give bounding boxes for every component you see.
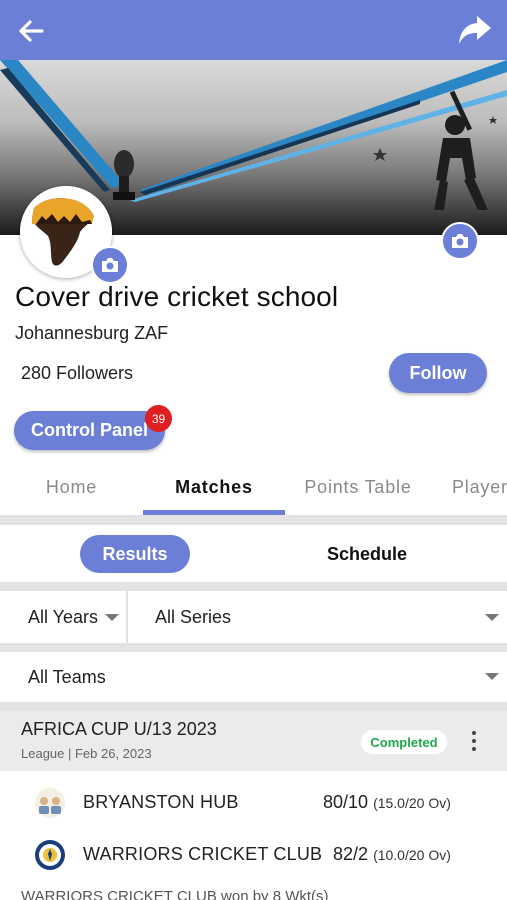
avatar-camera-button[interactable] (91, 246, 129, 284)
team-score: 80/10 (15.0/20 Ov) (323, 792, 451, 813)
teams-dropdown[interactable]: All Teams (0, 652, 507, 702)
notification-badge: 39 (145, 405, 172, 432)
match-title: AFRICA CUP U/13 2023 (21, 719, 217, 739)
chevron-down-icon (485, 614, 499, 621)
page-title: Cover drive cricket school (15, 281, 339, 312)
camera-icon (102, 258, 118, 272)
team-logo-icon (35, 788, 65, 818)
tab-home[interactable]: Home (0, 459, 143, 515)
status-badge: Completed (361, 730, 447, 754)
filter-row: All Years All Series (0, 591, 507, 643)
score-overs: (10.0/20 Ov) (373, 847, 451, 863)
chevron-down-icon (485, 673, 499, 680)
follow-button[interactable]: Follow (389, 353, 487, 393)
share-arrow-icon[interactable] (457, 12, 493, 48)
score-runs: 82/2 (333, 844, 369, 864)
control-panel-button[interactable]: Control Panel (14, 411, 165, 450)
results-toggle[interactable]: Results (80, 535, 190, 573)
score-runs: 80/10 (323, 792, 369, 812)
arrow-left-icon[interactable] (14, 14, 48, 48)
series-dropdown[interactable]: All Series (128, 591, 507, 643)
followers-count[interactable]: 280 Followers (21, 363, 133, 384)
tab-matches[interactable]: Matches (143, 459, 285, 515)
tab-bar: Home Matches Points Table Player (0, 459, 507, 515)
team-name: WARRIORS CRICKET CLUB (83, 844, 323, 864)
team-row[interactable]: WARRIORS CRICKET CLUB 82/2 (10.0/20 Ov) (0, 831, 507, 879)
team-score: 82/2 (10.0/20 Ov) (333, 844, 451, 865)
team-name: BRYANSTON HUB (83, 792, 239, 812)
teams-dropdown-value: All Teams (28, 666, 106, 687)
schedule-toggle[interactable]: Schedule (316, 535, 418, 573)
batsman-silhouette-icon (434, 90, 488, 210)
more-options-icon[interactable] (466, 729, 482, 755)
filter-row: All Teams (0, 652, 507, 702)
tab-player[interactable]: Player (431, 459, 507, 515)
match-subtitle: League | Feb 26, 2023 (21, 746, 152, 761)
series-dropdown-value: All Series (155, 606, 232, 627)
years-dropdown-value: All Years (28, 606, 99, 627)
score-overs: (15.0/20 Ov) (373, 795, 451, 811)
divider (0, 582, 507, 591)
divider (0, 515, 507, 525)
app-screen: Cover drive cricket school Johannesburg … (0, 0, 507, 900)
cover-camera-button[interactable] (441, 222, 479, 260)
tab-points-table[interactable]: Points Table (285, 459, 431, 515)
team-logo-icon (35, 840, 65, 870)
match-card-header[interactable]: AFRICA CUP U/13 2023 League | Feb 26, 20… (0, 711, 507, 771)
divider (0, 702, 507, 711)
chevron-down-icon (105, 614, 119, 621)
camera-icon (452, 234, 468, 248)
years-dropdown[interactable]: All Years (0, 591, 126, 643)
location-text: Johannesburg ZAF (15, 323, 169, 343)
team-row[interactable]: BRYANSTON HUB 80/10 (15.0/20 Ov) (0, 779, 507, 827)
match-result-text: WARRIORS CRICKET CLUB won by 8 Wkt(s) (21, 888, 329, 900)
divider (0, 643, 507, 652)
top-app-bar (0, 0, 507, 60)
